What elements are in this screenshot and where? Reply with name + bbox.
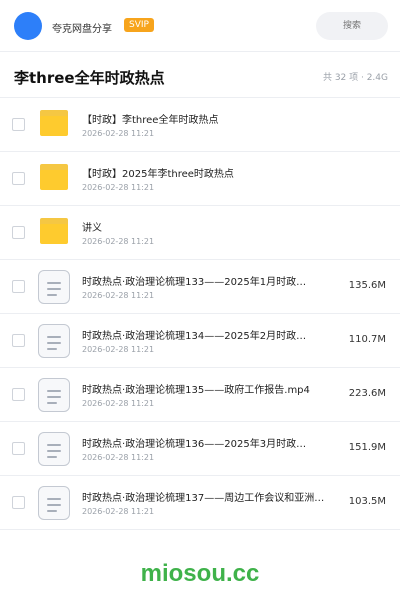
folder-icon — [38, 108, 70, 142]
folder-header: 李three全年时政热点 共 32 项 · 2.4G — [0, 52, 400, 98]
document-icon — [38, 270, 70, 304]
file-date: 2026-02-28 11:21 — [82, 399, 155, 408]
file-size: 151.9M — [348, 442, 386, 453]
file-date: 2026-02-28 11:21 — [82, 237, 155, 246]
file-date: 2026-02-28 11:21 — [82, 507, 155, 516]
file-size: 103.5M — [348, 496, 386, 507]
file-date: 2026-02-28 11:21 — [82, 453, 155, 462]
file-name[interactable]: 【时政】李three全年时政热点 — [82, 111, 348, 126]
file-date: 2026-02-28 11:21 — [82, 129, 155, 138]
row-checkbox[interactable] — [12, 280, 25, 293]
row-checkbox[interactable] — [12, 334, 25, 347]
folder-row[interactable]: 【时政】2025年李three时政热点 2026-02-28 11:21 — [0, 152, 400, 206]
file-row[interactable]: 时政热点·政治理论梳理135——政府工作报告.mp4 2026-02-28 11:… — [0, 368, 400, 422]
document-icon — [38, 432, 70, 466]
row-checkbox[interactable] — [12, 388, 25, 401]
document-icon — [38, 378, 70, 412]
share-title: 夸克网盘分享 — [52, 24, 112, 35]
file-name[interactable]: 时政热点·政治理论梳理134——2025年2月时政… — [82, 327, 348, 342]
file-name[interactable]: 时政热点·政治理论梳理136——2025年3月时政… — [82, 435, 348, 450]
row-checkbox[interactable] — [12, 226, 25, 239]
folder-icon — [38, 162, 70, 196]
folder-row[interactable]: 【时政】李three全年时政热点 2026-02-28 11:21 — [0, 98, 400, 152]
avatar[interactable] — [14, 12, 42, 40]
file-date: 2026-02-28 11:21 — [82, 345, 155, 354]
row-checkbox[interactable] — [12, 172, 25, 185]
watermark-text: miosou.cc — [140, 560, 260, 587]
file-size: 223.6M — [348, 388, 386, 399]
file-list: 【时政】李three全年时政热点 2026-02-28 11:21 【时政】2025… — [0, 98, 400, 530]
file-row[interactable]: 时政热点·政治理论梳理136——2025年3月时政… 2026-02-28 11:… — [0, 422, 400, 476]
file-date: 2026-02-28 11:21 — [82, 183, 155, 192]
file-name[interactable]: 【时政】2025年李three时政热点 — [82, 165, 348, 180]
top-bar: 夸克网盘分享 SVIP — [0, 0, 400, 52]
row-checkbox[interactable] — [12, 442, 25, 455]
folder-icon — [38, 216, 70, 250]
file-row[interactable]: 时政热点·政治理论梳理134——2025年2月时政… 2026-02-28 11:… — [0, 314, 400, 368]
file-row[interactable]: 时政热点·政治理论梳理133——2025年1月时政… 2026-02-28 11:… — [0, 260, 400, 314]
row-checkbox[interactable] — [12, 118, 25, 131]
file-size: 135.6M — [348, 280, 386, 291]
folder-meta: 共 32 项 · 2.4G — [322, 73, 388, 83]
file-name[interactable]: 时政热点·政治理论梳理135——政府工作报告.mp4 — [82, 381, 348, 396]
document-icon — [38, 486, 70, 520]
file-name[interactable]: 时政热点·政治理论梳理137——周边工作会议和亚洲… — [82, 489, 348, 504]
search-input[interactable] — [316, 12, 388, 40]
row-checkbox[interactable] — [12, 496, 25, 509]
file-name[interactable]: 时政热点·政治理论梳理133——2025年1月时政… — [82, 273, 348, 288]
document-icon — [38, 324, 70, 358]
file-date: 2026-02-28 11:21 — [82, 291, 155, 300]
folder-row[interactable]: 讲义 2026-02-28 11:21 — [0, 206, 400, 260]
svip-badge: SVIP — [124, 18, 154, 32]
page-title: 李three全年时政热点 — [14, 69, 165, 87]
file-size: 110.7M — [348, 334, 386, 345]
file-row[interactable]: 时政热点·政治理论梳理137——周边工作会议和亚洲… 2026-02-28 11:… — [0, 476, 400, 530]
file-name[interactable]: 讲义 — [82, 219, 348, 234]
